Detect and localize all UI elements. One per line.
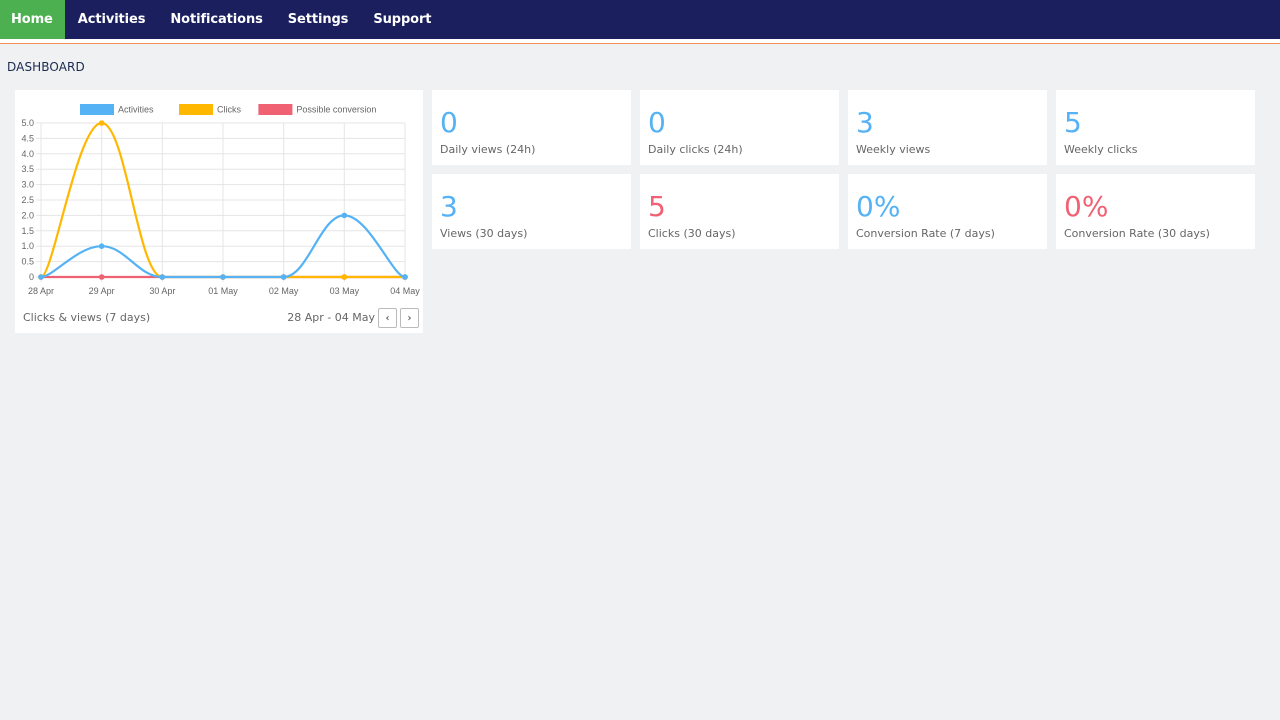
x-tick-label: 01 May xyxy=(208,286,238,296)
next-week-button[interactable]: › xyxy=(400,308,419,328)
x-tick-label: 30 Apr xyxy=(149,286,175,296)
nav-settings[interactable]: Settings xyxy=(275,0,361,39)
chart-panel: 0 0.5 1.0 1.5 2.0 2.5 3.0 3.5 4.0 4.5 5.0 28 Apr 29 … xyxy=(15,90,423,333)
stat-value: 5 xyxy=(1064,106,1082,139)
previous-week-button[interactable]: ‹ xyxy=(378,308,397,328)
nav-notifications[interactable]: Notifications xyxy=(157,0,274,39)
data-point-activities xyxy=(98,243,105,249)
stat-label: Daily clicks (24h) xyxy=(648,143,743,156)
chevron-right-icon: › xyxy=(407,312,412,324)
nav-support[interactable]: Support xyxy=(360,0,443,39)
x-tick-label: 03 May xyxy=(330,286,360,296)
stat-value: 0 xyxy=(648,106,666,139)
line-chart: 0 0.5 1.0 1.5 2.0 2.5 3.0 3.5 4.0 4.5 5.0 28 Apr 29 … xyxy=(21,104,420,296)
stat-card-views-30-days: 3 Views (30 days) xyxy=(432,174,631,249)
stat-label: Weekly clicks xyxy=(1064,143,1138,156)
data-point-activities xyxy=(159,274,166,280)
chart-footer-title: Clicks & views (7 days) xyxy=(23,311,151,324)
data-point-activities xyxy=(341,212,348,219)
nav-home[interactable]: Home xyxy=(0,0,65,39)
data-point-activities xyxy=(220,274,226,280)
stat-card-weekly-views: 3 Weekly views xyxy=(848,90,1047,165)
stat-value: 3 xyxy=(856,106,874,139)
data-point-possible-conversion xyxy=(98,274,105,280)
stat-value: 0% xyxy=(1064,190,1109,223)
y-tick-label: 2.0 xyxy=(21,210,34,220)
nav-divider xyxy=(0,39,1280,44)
stat-label: Clicks (30 days) xyxy=(648,227,736,240)
legend-swatch-activities xyxy=(80,104,114,115)
y-tick-label: 5.0 xyxy=(21,118,34,128)
y-tick-label: 1.0 xyxy=(21,241,34,251)
top-navigation: Home Activities Notifications Settings S… xyxy=(0,0,1280,39)
y-tick-label: 0.5 xyxy=(21,257,34,267)
data-point-clicks xyxy=(341,274,348,280)
stat-value: 5 xyxy=(648,190,666,223)
legend-swatch-clicks xyxy=(179,104,213,115)
data-point-activities xyxy=(402,274,408,280)
stat-label: Conversion Rate (30 days) xyxy=(1064,227,1210,240)
legend-label: Possible conversion xyxy=(296,105,376,115)
x-tick-label: 04 May xyxy=(390,286,420,296)
x-tick-label: 28 Apr xyxy=(28,286,54,296)
x-tick-label: 02 May xyxy=(269,286,299,296)
legend-label: Clicks xyxy=(217,105,241,115)
y-tick-label: 4.5 xyxy=(21,133,34,143)
y-tick-label: 3.0 xyxy=(21,180,34,190)
stat-card-conversion-7-days: 0% Conversion Rate (7 days) xyxy=(848,174,1047,249)
stat-card-daily-views: 0 Daily views (24h) xyxy=(432,90,631,165)
stat-label: Views (30 days) xyxy=(440,227,528,240)
chart-date-range: 28 Apr - 04 May xyxy=(287,311,375,324)
x-tick-label: 29 Apr xyxy=(89,286,115,296)
page-title: DASHBOARD xyxy=(7,60,85,74)
stat-value: 0 xyxy=(440,106,458,139)
legend-label: Activities xyxy=(118,105,154,115)
y-tick-label: 4.0 xyxy=(21,149,34,159)
legend-swatch-possible-conversion xyxy=(258,104,293,115)
stat-label: Conversion Rate (7 days) xyxy=(856,227,995,240)
stat-value: 0% xyxy=(856,190,901,223)
y-tick-label: 1.5 xyxy=(21,226,34,236)
stat-card-clicks-30-days: 5 Clicks (30 days) xyxy=(640,174,839,249)
y-tick-label: 0 xyxy=(29,272,34,282)
y-tick-label: 2.5 xyxy=(21,195,34,205)
stat-card-weekly-clicks: 5 Weekly clicks xyxy=(1056,90,1255,165)
data-point-clicks xyxy=(98,120,105,126)
chevron-left-icon: ‹ xyxy=(385,312,390,324)
stat-label: Weekly views xyxy=(856,143,931,156)
stat-card-conversion-30-days: 0% Conversion Rate (30 days) xyxy=(1056,174,1255,249)
stat-label: Daily views (24h) xyxy=(440,143,536,156)
data-point-activities xyxy=(38,274,44,280)
nav-activities[interactable]: Activities xyxy=(65,0,158,39)
stat-value: 3 xyxy=(440,190,458,223)
y-tick-label: 3.5 xyxy=(21,164,34,174)
stat-card-daily-clicks: 0 Daily clicks (24h) xyxy=(640,90,839,165)
data-point-activities xyxy=(280,274,287,280)
